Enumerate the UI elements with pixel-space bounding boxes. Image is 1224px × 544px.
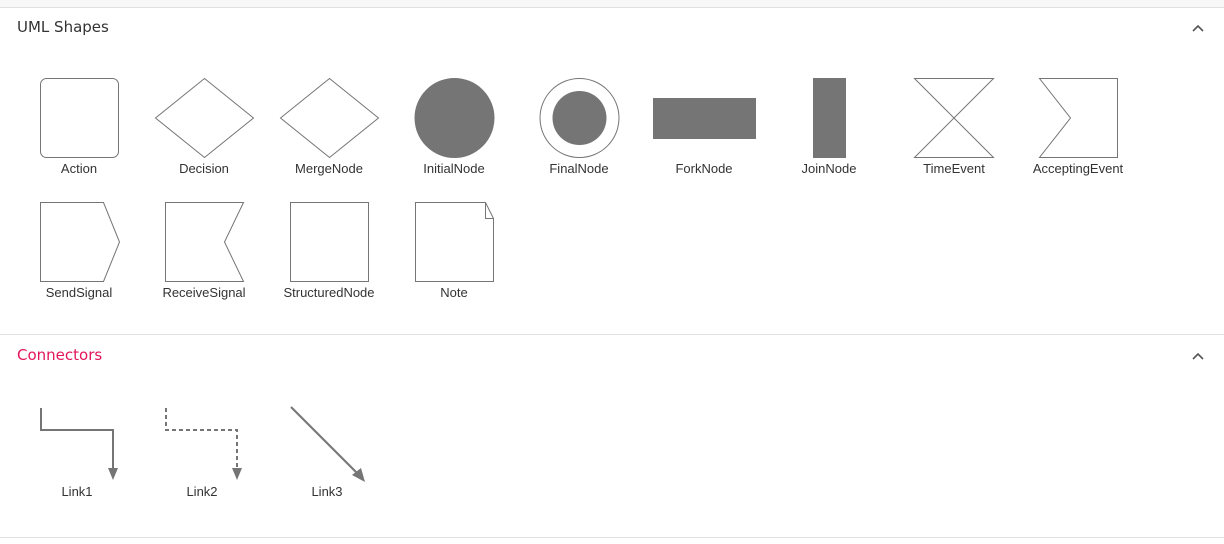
item-label: Link1 [61,484,93,499]
item-label: TimeEvent [923,161,985,176]
section-title: Connectors [17,346,103,364]
item-label: AcceptingEvent [1032,161,1124,176]
chevron-up-icon[interactable] [1191,23,1205,33]
chevron-up-icon[interactable] [1191,351,1205,361]
section-connectors: Connectors Link1 Link2 Link3 [0,335,1224,537]
final-node-shape-icon [539,78,620,158]
initial-node-shape-icon [414,78,495,158]
section-title: UML Shapes [17,18,109,36]
item-label: SendSignal [45,285,113,300]
top-border [0,0,1224,8]
receive-signal-shape-icon [165,202,245,282]
straight-connector-icon [290,406,365,482]
bottom-border [0,537,1224,538]
item-label: ReceiveSignal [162,285,246,300]
item-label: JoinNode [801,161,857,176]
orthogonal-solid-connector-icon [40,408,118,480]
decision-shape-icon [154,77,255,159]
item-label: Link3 [311,484,343,499]
item-label: MergeNode [295,161,363,176]
section-uml-shapes: UML Shapes Action Decision MergeNode Ini… [0,8,1224,334]
item-label: Note [440,285,468,300]
time-event-shape-icon [913,78,995,158]
note-shape-icon [415,202,494,282]
item-label: StructuredNode [283,285,375,300]
action-shape-icon [40,78,119,158]
merge-node-shape-icon [279,77,380,159]
join-node-shape-icon [813,78,846,158]
section-header-uml-shapes[interactable]: UML Shapes [0,8,1224,48]
fork-node-shape-icon [653,98,756,139]
item-label: InitialNode [423,161,485,176]
item-label: Action [60,161,98,176]
item-label: Link2 [186,484,218,499]
item-label: ForkNode [675,161,733,176]
send-signal-shape-icon [40,202,121,282]
section-header-connectors[interactable]: Connectors [0,335,1224,375]
structured-node-shape-icon [290,202,369,282]
item-label: FinalNode [549,161,609,176]
accepting-event-shape-icon [1038,78,1118,158]
item-label: Decision [179,161,229,176]
orthogonal-dashed-connector-icon [165,408,242,480]
